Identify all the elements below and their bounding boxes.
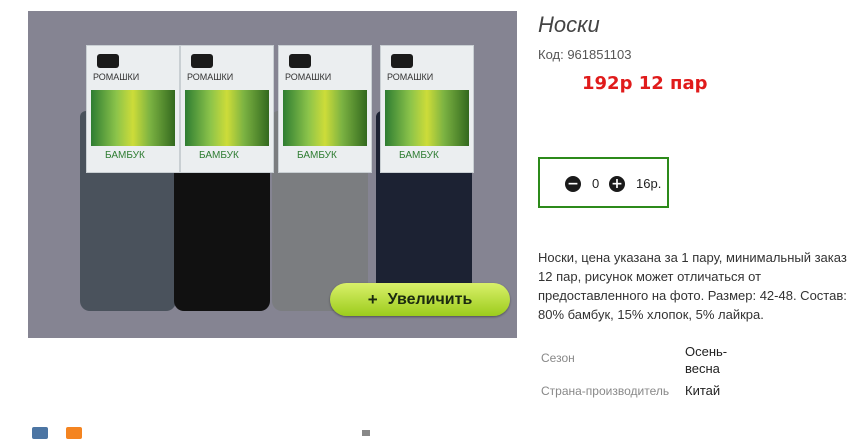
property-value-country: Китай	[685, 383, 721, 398]
bamboo-graphic	[91, 90, 175, 146]
pack-brand: РОМАШКИ	[285, 72, 332, 82]
product-title: Носки	[538, 12, 600, 37]
brand-logo	[289, 54, 311, 68]
pack-label: БАМБУК	[399, 150, 439, 161]
vk-share-icon[interactable]	[32, 427, 48, 439]
minus-circle-icon[interactable]: −	[565, 176, 581, 192]
plus-circle-icon[interactable]: +	[609, 176, 625, 192]
pack-label: БАМБУК	[199, 150, 239, 161]
pack-label: БАМБУК	[297, 150, 337, 161]
product-price: 192р 12 пар	[582, 73, 708, 94]
bamboo-graphic	[283, 90, 367, 146]
bamboo-graphic	[385, 90, 469, 146]
sock-pack: РОМАШКИ БАМБУК	[278, 45, 372, 173]
plus-icon: +	[367, 289, 378, 309]
brand-logo	[391, 54, 413, 68]
brand-logo	[191, 54, 213, 68]
sock-pack: РОМАШКИ БАМБУК	[86, 45, 180, 173]
pack-label: БАМБУК	[105, 150, 145, 161]
quantity-stepper: − 0 + 16р.	[538, 157, 669, 208]
brand-logo	[97, 54, 119, 68]
zoom-button[interactable]: + Увеличить	[330, 283, 510, 316]
product-code: Код: 961851103	[538, 47, 632, 62]
property-name-season: Сезон	[541, 351, 575, 365]
bamboo-graphic	[185, 90, 269, 146]
unit-price: 16р.	[636, 176, 662, 191]
pack-brand: РОМАШКИ	[93, 72, 140, 82]
pack-brand: РОМАШКИ	[187, 72, 234, 82]
sock-pack: РОМАШКИ БАМБУК	[380, 45, 474, 173]
property-value-season: Осень-весна	[685, 344, 728, 376]
product-description: Носки, цена указана за 1 пару, минимальн…	[538, 250, 847, 322]
pack-brand: РОМАШКИ	[387, 72, 434, 82]
zoom-button-label: Увеличить	[387, 290, 473, 308]
quantity-value[interactable]: 0	[592, 176, 599, 191]
sock-pack: РОМАШКИ БАМБУК	[180, 45, 274, 173]
property-name-country: Страна-производитель	[541, 384, 670, 398]
ok-share-icon[interactable]	[66, 427, 82, 439]
footer-fragment	[362, 430, 370, 436]
